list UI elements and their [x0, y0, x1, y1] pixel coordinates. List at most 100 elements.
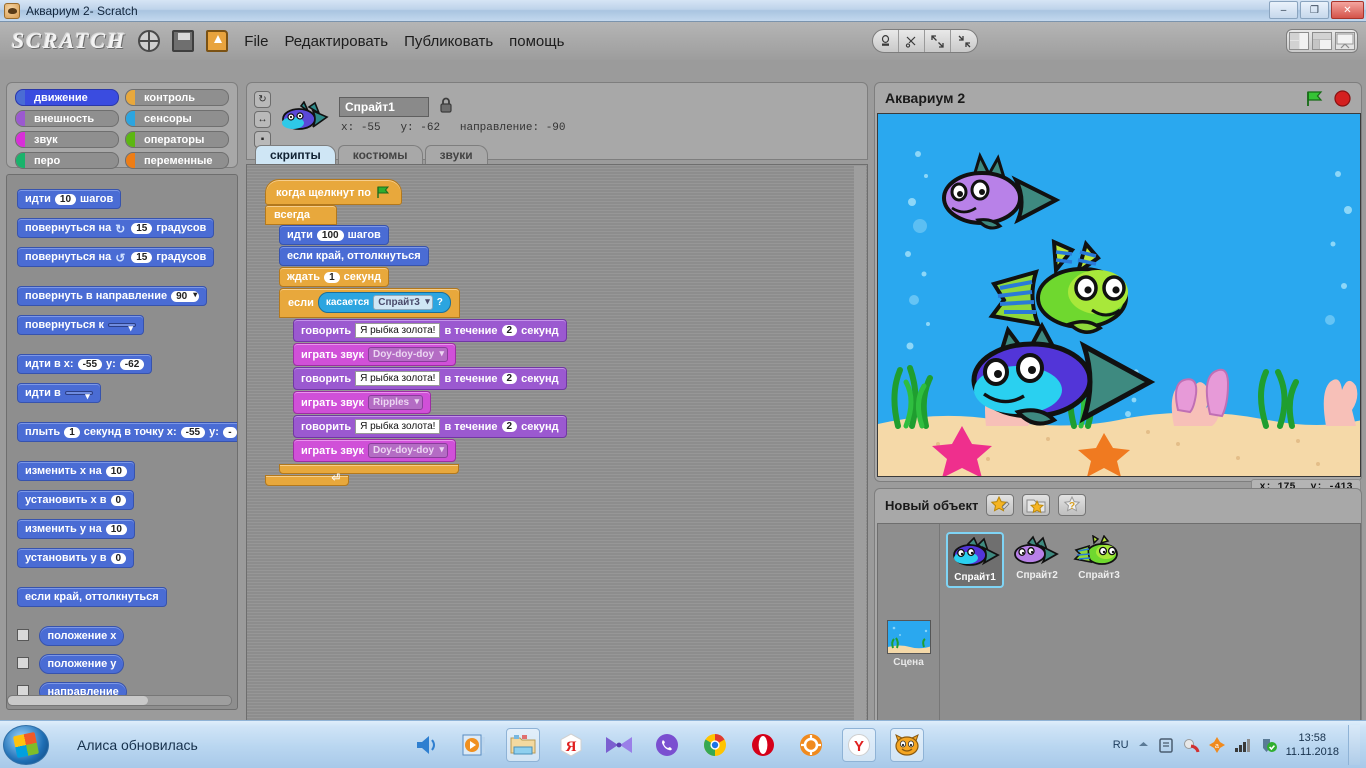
turn-ccw-value-input[interactable]: 15 — [131, 251, 153, 263]
yandex-icon[interactable]: Я — [554, 728, 588, 762]
block-touching[interactable]: касается Спрайт3 ? — [317, 292, 451, 313]
stop-icon[interactable] — [1334, 89, 1351, 107]
block-move-steps[interactable]: идти 100 шагов — [279, 225, 389, 245]
palette-block-y-position[interactable]: положение y — [39, 654, 125, 674]
scripts-vertical-scrollbar[interactable] — [854, 166, 866, 740]
choose-new-sprite-button[interactable] — [1022, 494, 1051, 516]
stage-canvas[interactable] — [877, 113, 1361, 477]
glide-x-input[interactable]: -55 — [180, 426, 206, 438]
block-forever[interactable]: всегда — [265, 205, 337, 225]
tab-sounds[interactable]: звуки — [424, 145, 488, 165]
palette-block-goto[interactable]: идти в — [17, 383, 101, 403]
menu-share[interactable]: Публиковать — [404, 33, 493, 50]
point-towards-dropdown[interactable] — [107, 323, 136, 334]
tab-costumes[interactable]: костюмы — [337, 145, 423, 165]
sprite-name-field[interactable]: Спрайт1 — [339, 97, 429, 117]
category-operators[interactable]: операторы — [125, 131, 229, 148]
menu-help[interactable]: помощь — [509, 33, 564, 50]
chrome-icon[interactable] — [698, 728, 732, 762]
show-desktop-button[interactable] — [1348, 724, 1360, 765]
change-x-input[interactable]: 10 — [105, 465, 127, 477]
say-secs-input-3[interactable]: 2 — [501, 421, 518, 432]
set-y-input[interactable]: 0 — [110, 552, 127, 564]
palette-horizontal-scrollbar[interactable] — [7, 695, 232, 706]
close-button[interactable]: ✕ — [1331, 1, 1364, 19]
normal-layout-button[interactable] — [1312, 32, 1332, 50]
tray-language-indicator[interactable]: RU — [1113, 739, 1129, 751]
turn-cw-value-input[interactable]: 15 — [131, 222, 153, 234]
category-sensing[interactable]: сенсоры — [125, 110, 229, 127]
menu-file[interactable]: File — [244, 33, 268, 50]
opera-icon[interactable] — [746, 728, 780, 762]
touching-target-dropdown[interactable]: Спрайт3 — [373, 295, 433, 310]
block-play-sound-1[interactable]: играть звук Doy-doy-doy — [293, 343, 457, 366]
menu-edit[interactable]: Редактировать — [284, 33, 388, 50]
yandex-browser-icon[interactable]: Y — [842, 727, 876, 762]
palette-block-turn-cw[interactable]: повернуться на ↻ 15 градусов — [17, 218, 215, 238]
palette-block-point-towards[interactable]: повернуться к — [17, 315, 144, 335]
paint-new-sprite-button[interactable] — [986, 494, 1015, 516]
taskbar-window-label[interactable]: Алиса обновилась — [77, 737, 198, 753]
change-y-input[interactable]: 10 — [105, 523, 127, 535]
palette-block-set-y[interactable]: установить y в 0 — [17, 548, 135, 568]
clipboard-icon[interactable] — [1158, 737, 1174, 753]
palette-block-change-y[interactable]: изменить y на 10 — [17, 519, 135, 539]
glide-y-input[interactable]: - — [222, 426, 237, 438]
volume-icon[interactable] — [410, 728, 444, 762]
antivirus-icon[interactable] — [1183, 737, 1200, 753]
maximize-button[interactable]: ❐ — [1300, 1, 1329, 19]
media-player-icon[interactable] — [458, 728, 492, 762]
sprite-item-1[interactable]: Спрайт1 — [946, 532, 1004, 588]
save-icon[interactable] — [172, 30, 195, 52]
palette-block-set-x[interactable]: установить x в 0 — [17, 490, 135, 510]
block-play-sound-2[interactable]: играть звук Ripples — [293, 391, 432, 414]
script-move-input[interactable]: 100 — [316, 229, 344, 241]
palette-block-glide[interactable]: плыть 1 секунд в точку x: -55 y: - — [17, 422, 237, 442]
taskbar-clock[interactable]: 13:58 11.11.2018 — [1286, 731, 1339, 759]
wait-input[interactable]: 1 — [324, 271, 340, 283]
tab-scripts[interactable]: скрипты — [255, 145, 336, 165]
point-direction-dropdown[interactable]: 90 ▾ — [171, 290, 200, 302]
scissors-tool-icon[interactable] — [899, 30, 925, 52]
palette-block-change-x[interactable]: изменить x на 10 — [17, 461, 135, 481]
block-when-flag-clicked[interactable]: когда щелкнут по — [265, 179, 402, 205]
viber-icon[interactable] — [650, 728, 684, 762]
say-text-input-1[interactable]: Я рыбка золота! — [355, 323, 441, 338]
orange-tray-icon[interactable]: a — [1208, 736, 1225, 753]
green-flag-icon[interactable] — [1305, 90, 1324, 107]
move-value-input[interactable]: 10 — [54, 193, 77, 205]
file-explorer-icon[interactable] — [506, 727, 540, 762]
block-wait[interactable]: ждать 1 секунд — [279, 267, 390, 287]
say-text-input-2[interactable]: Я рыбка золота! — [355, 371, 441, 386]
play-sound-dropdown-1[interactable]: Doy-doy-doy — [367, 347, 449, 362]
network-icon[interactable] — [1234, 738, 1251, 752]
block-play-sound-3[interactable]: играть звук Doy-doy-doy — [293, 439, 457, 462]
windows-start-icon[interactable] — [3, 724, 49, 765]
minimize-button[interactable]: – — [1269, 1, 1298, 19]
category-looks[interactable]: внешность — [15, 110, 119, 127]
shrink-tool-icon[interactable] — [951, 30, 977, 52]
play-sound-dropdown-3[interactable]: Doy-doy-doy — [367, 443, 449, 458]
gear-icon[interactable] — [794, 728, 828, 762]
block-say-for-secs-3[interactable]: говорить Я рыбка золота! в течение 2 сек… — [293, 415, 567, 438]
palette-block-goto-xy[interactable]: идти в x: -55 y: -62 — [17, 354, 153, 374]
stage-selector[interactable]: Сцена — [878, 524, 940, 738]
goto-x-input[interactable]: -55 — [77, 358, 103, 370]
palette-block-x-position[interactable]: положение x — [39, 626, 125, 646]
block-say-for-secs-2[interactable]: говорить Я рыбка золота! в течение 2 сек… — [293, 367, 567, 390]
category-sound[interactable]: звук — [15, 131, 119, 148]
grow-tool-icon[interactable] — [925, 30, 951, 52]
palette-block-list[interactable]: идти 10 шагов повернуться на ↻ 15 градус… — [6, 174, 238, 710]
category-control[interactable]: контроль — [125, 89, 229, 106]
watcher-x-checkbox[interactable] — [17, 628, 29, 641]
palette-block-turn-ccw[interactable]: повернуться на ↺ 15 градусов — [17, 247, 215, 267]
goto-dropdown[interactable] — [64, 391, 93, 402]
palette-block-bounce-on-edge[interactable]: если край, оттолкнуться — [17, 587, 167, 607]
rotate-all-around-button[interactable]: ↻ — [254, 91, 271, 108]
say-text-input-3[interactable]: Я рыбка золота! — [355, 419, 441, 434]
category-pen[interactable]: перо — [15, 152, 119, 169]
show-hidden-icon[interactable] — [1138, 740, 1149, 750]
set-x-input[interactable]: 0 — [110, 494, 127, 506]
glide-secs-input[interactable]: 1 — [64, 426, 80, 438]
small-stage-layout-button[interactable] — [1289, 32, 1309, 50]
